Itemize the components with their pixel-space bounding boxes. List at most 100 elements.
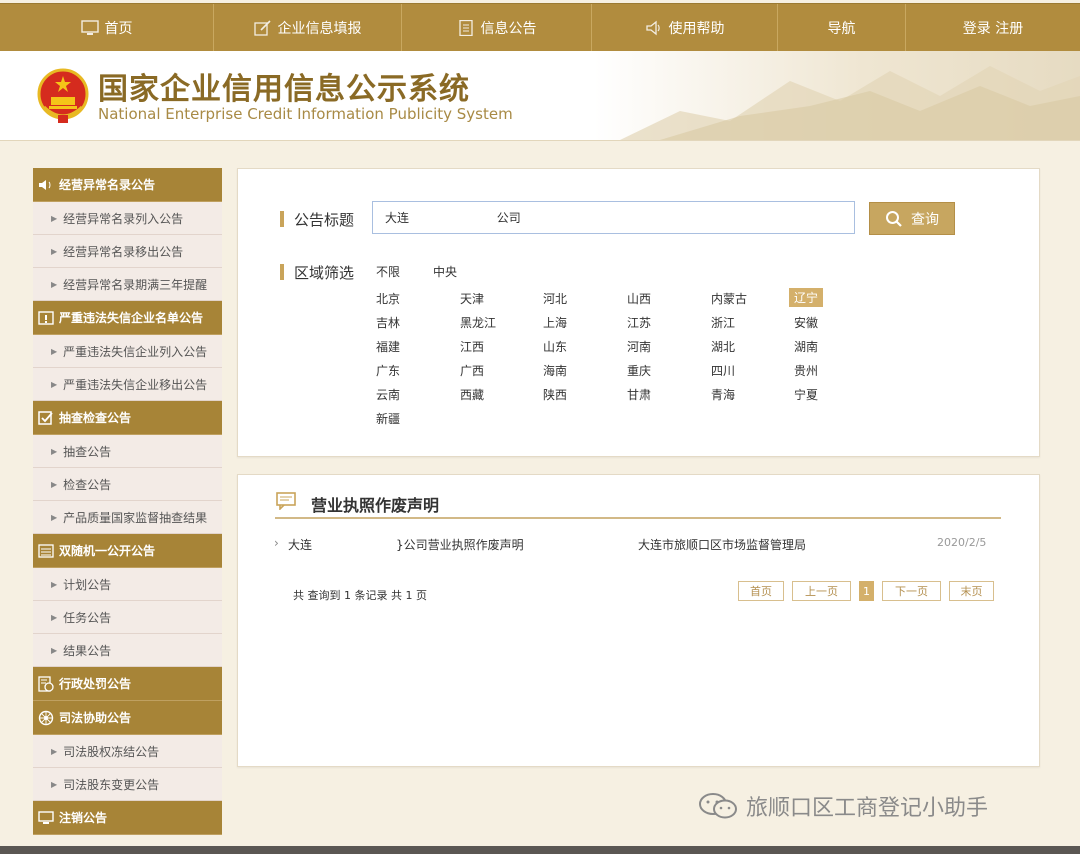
sidebar-group-judicial[interactable]: 司法协助公告	[33, 701, 222, 735]
pager-next-button[interactable]: 下一页	[882, 581, 941, 601]
penalty-icon	[38, 675, 54, 692]
region-option[interactable]: 黑龙江	[460, 314, 510, 331]
region-option[interactable]: 天津	[460, 290, 510, 307]
region-option-selected[interactable]: 辽宁	[789, 288, 824, 307]
sidebar-item-label: 任务公告	[63, 610, 112, 625]
sidebar-item[interactable]: ▶ 严重违法失信企业列入公告	[33, 335, 222, 368]
region-option[interactable]: 湖北	[711, 338, 761, 355]
region-option[interactable]: 西藏	[460, 386, 510, 403]
result-title-prefix[interactable]: 大连	[288, 536, 312, 553]
sidebar-group-inspection[interactable]: 抽查检查公告	[33, 401, 222, 435]
sidebar-item-label: 严重违法失信企业列入公告	[63, 344, 208, 359]
region-option[interactable]: 新疆	[376, 410, 426, 427]
nav-home[interactable]: 首页	[0, 4, 214, 52]
region-option[interactable]: 河南	[627, 338, 677, 355]
document-icon	[458, 20, 473, 36]
nav-navigation[interactable]: 导航	[778, 4, 906, 52]
sidebar-item[interactable]: ▶ 司法股权冻结公告	[33, 735, 222, 768]
region-option[interactable]: 重庆	[627, 362, 677, 379]
region-option[interactable]: 云南	[376, 386, 426, 403]
region-option[interactable]: 陕西	[543, 386, 593, 403]
site-subtitle: National Enterprise Credit Information P…	[98, 105, 513, 123]
sidebar-item[interactable]: ▶ 计划公告	[33, 568, 222, 601]
region-option[interactable]: 福建	[376, 338, 426, 355]
region-option[interactable]: 海南	[543, 362, 593, 379]
region-filter-label: 区域筛选	[280, 262, 354, 283]
result-authority: 大连市旅顺口区市场监督管理局	[638, 538, 807, 552]
nav-announcements[interactable]: 信息公告	[402, 4, 592, 52]
pager-first-button[interactable]: 首页	[738, 581, 784, 601]
speaker-icon	[645, 20, 660, 36]
pager-prev-button[interactable]: 上一页	[792, 581, 851, 601]
region-option[interactable]: 广西	[460, 362, 510, 379]
result-title-suffix[interactable]: }公司营业执照作废声明	[396, 536, 524, 553]
nav-home-label: 首页	[104, 21, 133, 37]
sidebar-item[interactable]: ▶ 经营异常名录移出公告	[33, 235, 222, 268]
region-option[interactable]: 吉林	[376, 314, 426, 331]
chevron-right-icon: ›	[274, 536, 279, 550]
sidebar-group-penalty[interactable]: 行政处罚公告	[33, 667, 222, 701]
region-option[interactable]: 内蒙古	[711, 290, 761, 307]
speaker-icon	[39, 179, 51, 190]
sidebar-group-abnormal[interactable]: 经营异常名录公告	[33, 168, 222, 202]
sidebar-item[interactable]: ▶ 任务公告	[33, 601, 222, 634]
sidebar-item[interactable]: ▶ 经营异常名录列入公告	[33, 202, 222, 235]
checkbox-icon	[38, 410, 53, 425]
region-option[interactable]: 山东	[543, 338, 593, 355]
sidebar-item[interactable]: ▶ 检查公告	[33, 468, 222, 501]
nav-login-register[interactable]: 登录 注册	[906, 4, 1080, 52]
region-central[interactable]: 中央	[433, 263, 457, 280]
sidebar-group-deregistration[interactable]: 注销公告	[33, 801, 222, 835]
sidebar-item[interactable]: ▶ 产品质量国家监督抽查结果	[33, 501, 222, 534]
caret-right-icon: ▶	[51, 213, 58, 223]
caret-right-icon: ▶	[51, 512, 58, 522]
sidebar-item[interactable]: ▶ 司法股东变更公告	[33, 768, 222, 801]
region-option[interactable]: 四川	[711, 362, 761, 379]
result-row[interactable]: › 大连 }公司营业执照作废声明 大连市旅顺口区市场监督管理局 2020/2/5	[274, 536, 1000, 556]
sidebar-group-label: 严重违法失信企业名单公告	[59, 311, 204, 325]
sidebar-group-serious-violation[interactable]: 严重违法失信企业名单公告	[33, 301, 222, 335]
nav-enterprise-report[interactable]: 企业信息填报	[214, 4, 402, 52]
region-option[interactable]: 贵州	[794, 362, 844, 379]
query-button-label: 查询	[911, 211, 939, 228]
sidebar-item[interactable]: ▶ 抽查公告	[33, 435, 222, 468]
caret-right-icon: ▶	[51, 346, 58, 356]
region-option[interactable]: 广东	[376, 362, 426, 379]
announcement-title-input[interactable]	[372, 201, 855, 234]
caret-right-icon: ▶	[51, 246, 58, 256]
sidebar-item-label: 检查公告	[63, 477, 112, 492]
section-divider	[275, 517, 1001, 519]
caret-right-icon: ▶	[51, 779, 58, 789]
sidebar-item-label: 经营异常名录期满三年提醒	[63, 277, 208, 292]
caret-right-icon: ▶	[51, 379, 58, 389]
region-option[interactable]: 河北	[543, 290, 593, 307]
sidebar-item[interactable]: ▶ 严重违法失信企业移出公告	[33, 368, 222, 401]
sidebar-group-double-random[interactable]: 双随机一公开公告	[33, 534, 222, 568]
region-option[interactable]: 上海	[543, 314, 593, 331]
region-unlimited[interactable]: 不限	[376, 263, 400, 280]
sidebar-item[interactable]: ▶ 经营异常名录期满三年提醒	[33, 268, 222, 301]
list-icon	[38, 543, 54, 558]
region-option[interactable]: 湖南	[794, 338, 844, 355]
result-summary: 共 查询到 1 条记录 共 1 页	[293, 589, 427, 602]
region-option[interactable]: 安徽	[794, 314, 844, 331]
region-option[interactable]: 江西	[460, 338, 510, 355]
caret-right-icon: ▶	[51, 479, 58, 489]
message-icon	[276, 492, 296, 510]
region-option[interactable]: 宁夏	[794, 386, 844, 403]
announcement-title-label: 公告标题	[280, 209, 354, 230]
region-option[interactable]: 江苏	[627, 314, 677, 331]
query-button[interactable]: 查询	[869, 202, 955, 235]
region-option[interactable]: 北京	[376, 290, 426, 307]
nav-help[interactable]: 使用帮助	[592, 4, 778, 52]
site-header: 国家企业信用信息公示系统 National Enterprise Credit …	[0, 51, 1080, 141]
region-option[interactable]: 浙江	[711, 314, 761, 331]
wheel-icon	[38, 710, 54, 725]
region-option[interactable]: 青海	[711, 386, 761, 403]
region-option[interactable]: 山西	[627, 290, 677, 307]
pager-last-button[interactable]: 末页	[949, 581, 994, 601]
region-option[interactable]: 甘肃	[627, 386, 677, 403]
wechat-icon	[699, 793, 737, 819]
pager-current-page[interactable]: 1	[859, 581, 874, 601]
sidebar-item[interactable]: ▶ 结果公告	[33, 634, 222, 667]
